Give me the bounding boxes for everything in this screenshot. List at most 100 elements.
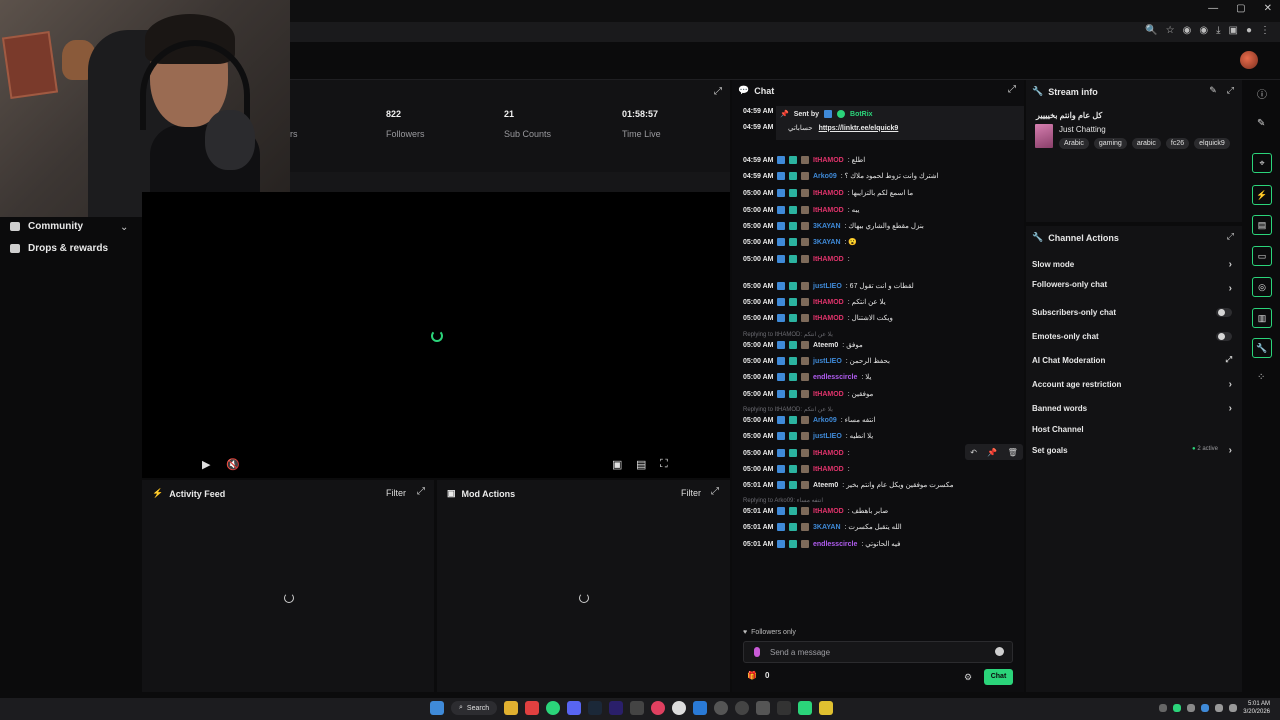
message-username[interactable]: justLIEO	[813, 433, 842, 440]
tag-chip[interactable]: gaming	[1093, 138, 1127, 149]
pip-icon[interactable]: ▤	[636, 458, 646, 471]
filter-button[interactable]: Filter	[386, 488, 406, 498]
trash-icon[interactable]: 🗑	[1008, 448, 1018, 457]
app-icon[interactable]	[756, 701, 771, 715]
theater-mode-icon[interactable]: ▣	[612, 458, 622, 471]
tag-chip[interactable]: Arabic	[1059, 138, 1089, 149]
edit-pencil-icon[interactable]: ✎	[1209, 85, 1217, 96]
chat-message[interactable]: 05:00 AM justLIEO: بحفظ الرحمن	[743, 357, 890, 365]
bookmark-star-icon[interactable]: ☆	[1166, 25, 1175, 36]
vscode-icon[interactable]	[693, 701, 708, 715]
message-username[interactable]: ItHAMOD	[813, 450, 844, 457]
app-icon[interactable]	[630, 701, 645, 715]
target-icon[interactable]: ⌖	[1252, 153, 1272, 173]
tag-chip[interactable]: elquick9	[1194, 138, 1230, 149]
chat-message[interactable]: 05:00 AM ItHAMOD: يلا عن انتكم	[743, 298, 886, 306]
message-username[interactable]: Arko09	[813, 173, 837, 180]
steam-icon[interactable]	[588, 701, 603, 715]
sidebar-icon[interactable]: ▣	[1229, 25, 1238, 36]
app-icon[interactable]	[714, 701, 729, 715]
chat-message[interactable]: 05:00 AM 3KAYAN: 😮	[743, 238, 857, 246]
discord-icon[interactable]	[567, 701, 582, 715]
chat-message[interactable]: 05:00 AM Arko09: انتفه مساء	[743, 416, 875, 424]
fullscreen-icon[interactable]: ⛶	[660, 458, 668, 471]
chat-message[interactable]: 05:00 AM justLIEO: يلا انطيه	[743, 432, 873, 440]
gift-icon[interactable]: 🎁	[747, 671, 757, 680]
message-username[interactable]: justLIEO	[813, 283, 842, 290]
apps-icon[interactable]: ⁘	[1257, 372, 1265, 383]
expand-icon[interactable]: ⤢	[714, 86, 722, 97]
chat-send-button[interactable]: Chat	[984, 669, 1013, 685]
tray-icon[interactable]	[1201, 704, 1210, 712]
message-username[interactable]: Ateem0	[813, 342, 838, 349]
sidebar-item-community[interactable]: Community	[10, 221, 83, 232]
maximize-icon[interactable]: ▢	[1236, 3, 1245, 14]
file-explorer-icon[interactable]	[504, 701, 519, 715]
subscribers-only-toggle[interactable]	[1216, 308, 1232, 317]
message-username[interactable]: ItHAMOD	[813, 391, 844, 398]
expand-icon[interactable]: ⤢	[1227, 85, 1234, 96]
category-name[interactable]: Just Chatting	[1059, 125, 1106, 134]
taskbar-clock[interactable]: 5:01 AM 3/20/2026	[1243, 700, 1270, 716]
avatar[interactable]	[1240, 51, 1258, 69]
lightning-icon[interactable]: ⚡	[1252, 185, 1272, 205]
expand-icon[interactable]: ⤢	[1008, 84, 1016, 95]
message-username[interactable]: ItHAMOD	[813, 157, 844, 164]
message-username[interactable]: ItHAMOD	[813, 508, 844, 515]
close-icon[interactable]: ✕	[1264, 3, 1272, 14]
document-icon[interactable]: ▤	[1252, 215, 1272, 235]
chevron-down-icon[interactable]: ⌄	[120, 222, 128, 233]
info-icon[interactable]: ⓘ	[1257, 86, 1267, 101]
play-icon[interactable]: ▶	[202, 458, 210, 471]
expand-icon[interactable]: ⤢	[1227, 231, 1234, 242]
followers-only-row[interactable]: Followers-only chat ›	[1032, 280, 1236, 294]
chat-message[interactable]: 05:00 AM endlesscircle: يلا	[743, 373, 871, 381]
reply-icon[interactable]: ↶	[970, 448, 977, 457]
message-username[interactable]: ItHAMOD	[813, 315, 844, 322]
sidebar-item-drops[interactable]: Drops & rewards	[10, 243, 108, 254]
tray-icon[interactable]	[1173, 704, 1182, 712]
wrench-icon[interactable]: 🔧	[1252, 338, 1272, 358]
chat-message[interactable]: 05:01 AM ItHAMOD: صابر باهطف	[743, 507, 888, 515]
message-username[interactable]: ItHAMOD	[813, 466, 844, 473]
ai-moderation-row[interactable]: AI Chat Moderation ⤢	[1032, 355, 1236, 365]
message-username[interactable]: ItHAMOD	[813, 299, 844, 306]
app-icon[interactable]	[651, 701, 666, 715]
kick-icon[interactable]	[798, 701, 813, 715]
tray-icon[interactable]	[1159, 704, 1168, 712]
zoom-icon[interactable]: 🔍	[1145, 25, 1157, 36]
slow-mode-row[interactable]: Slow mode ›	[1032, 259, 1236, 270]
menu-dots-icon[interactable]: ⋮	[1260, 25, 1270, 36]
banned-words-row[interactable]: Banned words ›	[1032, 403, 1236, 414]
extension-icon[interactable]: ◉	[1183, 25, 1192, 36]
mic-icon[interactable]	[754, 647, 760, 657]
host-channel-row[interactable]: Host Channel	[1032, 425, 1236, 434]
tag-chip[interactable]: fc26	[1165, 138, 1190, 149]
chat-message[interactable]: 05:00 AM ItHAMOD:	[743, 255, 850, 263]
mute-icon[interactable]: 🔇	[226, 458, 240, 471]
emoji-icon[interactable]	[995, 647, 1004, 656]
chat-message[interactable]: 05:00 AM ItHAMOD:	[743, 449, 850, 457]
message-username[interactable]: Arko09	[813, 417, 837, 424]
chat-message[interactable]: 05:00 AM Ateem0: موفق	[743, 341, 863, 349]
edit-pencil-icon[interactable]: ✎	[1257, 118, 1265, 129]
message-username[interactable]: ItHAMOD	[813, 256, 844, 263]
app-icon[interactable]	[819, 701, 834, 715]
gear-icon[interactable]: ⚙	[964, 672, 972, 683]
chrome-icon[interactable]	[546, 701, 561, 715]
extension-icon[interactable]: ◉	[1199, 25, 1208, 36]
tray-icon[interactable]	[1187, 704, 1196, 712]
chat-message[interactable]: 04:59 AM ItHAMOD: اطلع	[743, 156, 865, 164]
chat-message[interactable]: 05:00 AM justLIEO: 67 لقطات و انت تقول	[743, 282, 914, 290]
filter-button[interactable]: Filter	[681, 488, 701, 498]
volume-icon[interactable]	[1229, 704, 1238, 712]
pinned-message[interactable]: 📌 Sent by BotRix حساباتي https://linktr.…	[776, 106, 1024, 140]
app-icon[interactable]	[777, 701, 792, 715]
emotes-only-toggle[interactable]	[1216, 332, 1232, 341]
message-username[interactable]: 3KAYAN	[813, 223, 841, 230]
message-username[interactable]: Ateem0	[813, 482, 838, 489]
chat-message[interactable]: 05:01 AM 3KAYAN: الله يتقبل مكسرت	[743, 523, 902, 531]
chat-message[interactable]: 05:01 AM endlesscircle: فيه الحاتوتي	[743, 540, 901, 548]
expand-icon[interactable]: ⤢	[711, 486, 719, 497]
chat-message[interactable]: 05:01 AM Ateem0: مكسرت موفقين ويكل عام وا…	[743, 481, 954, 489]
